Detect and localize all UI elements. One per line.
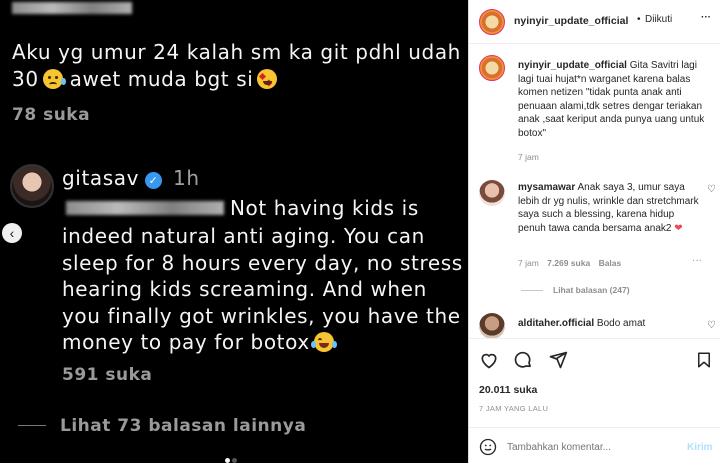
post-timestamp: 7 JAM YANG LALU [479, 404, 549, 413]
heart-icon[interactable] [479, 350, 499, 370]
star-struck-emoji [257, 69, 278, 89]
share-icon[interactable] [548, 350, 568, 370]
carousel-dots [224, 450, 238, 463]
comment-likes[interactable]: 7.269 suka [547, 258, 590, 268]
view-more-replies: Lihat 73 balasan lainnya [60, 416, 307, 436]
author-username[interactable]: nyinyir_update_official [514, 15, 628, 27]
comment-input-divider [469, 427, 720, 428]
previous-slide-button[interactable]: ‹ [2, 223, 22, 243]
gitasav-avatar [10, 164, 54, 208]
caption-username[interactable]: nyinyir_update_official [518, 60, 627, 71]
comment2-line6: money to pay for botox [62, 327, 337, 357]
comment-alditaher: alditaher.official Bodo amat [518, 318, 646, 329]
comment-username[interactable]: alditaher.official [518, 318, 594, 329]
comment1-likes: 78 suka [12, 105, 91, 125]
like-comment-heart-icon[interactable]: ♡ [707, 320, 716, 331]
view-replies-link[interactable]: Lihat balasan (247) [553, 285, 630, 295]
comment-username[interactable]: mysamawar [518, 182, 575, 193]
like-comment-heart-icon[interactable]: ♡ [707, 184, 716, 195]
crying-face-emoji [42, 69, 66, 89]
caption: nyinyir_update_official Gita Savitri lag… [518, 59, 713, 141]
comment2-header: gitasav ✓ 1h [62, 163, 200, 193]
actions-divider [469, 338, 720, 339]
post-sidebar: nyinyir_update_official • Diikuti ··· ny… [468, 0, 720, 463]
comment2-likes: 591 suka [62, 365, 153, 385]
comment2-username[interactable]: gitasav [62, 166, 139, 190]
comment-input[interactable] [507, 437, 677, 457]
post-header: nyinyir_update_official • Diikuti ··· [469, 0, 720, 44]
comment-meta: 7 jam 7.269 suka Balas [518, 258, 622, 268]
replies-line [18, 425, 46, 426]
comment2-time: 1h [173, 166, 200, 190]
comment-icon[interactable] [513, 350, 533, 370]
caption-time: 7 jam [518, 152, 539, 162]
replies-divider [521, 290, 543, 291]
emoji-picker-icon[interactable] [479, 438, 497, 456]
comment-options-icon[interactable]: ··· [692, 255, 702, 266]
comment2-line1: Not having kids is [230, 196, 419, 220]
following-status[interactable]: Diikuti [645, 14, 672, 25]
post-likes-count[interactable]: 20.011 suka [479, 384, 537, 396]
blurred-mention [66, 201, 224, 215]
caption-avatar[interactable] [479, 55, 505, 81]
verified-badge-icon: ✓ [145, 172, 163, 189]
blurred-username [12, 2, 132, 14]
author-avatar[interactable] [479, 9, 505, 35]
post-image: Aku yg umur 24 kalah sm ka git pdhl udah… [0, 0, 468, 463]
comment1-text-line2: 30 awet muda bgt si [12, 64, 278, 94]
more-options-icon[interactable]: ··· [701, 12, 711, 23]
comment-mysamawar: mysamawar Anak saya 3, umur saya lebih d… [518, 182, 699, 234]
post-comment-button[interactable]: Kirim [687, 442, 713, 453]
mysamawar-avatar[interactable] [479, 180, 505, 206]
reply-button[interactable]: Balas [599, 258, 622, 268]
caption-text: Gita Savitri lagi lagi tuai hujat*n warg… [518, 60, 705, 139]
comment2-line2: indeed natural anti aging. You can [62, 224, 425, 248]
bookmark-icon[interactable] [695, 350, 713, 370]
comment2-line4: hearing kids screaming. And when [62, 277, 427, 301]
action-bar [479, 350, 578, 375]
red-heart-emoji: ❤ [674, 222, 683, 234]
alditaher-avatar[interactable] [479, 313, 505, 339]
comment1-text-line1: Aku yg umur 24 kalah sm ka git pdhl udah [12, 40, 461, 64]
tears-of-joy-emoji [310, 332, 337, 352]
header-dot-separator: • [637, 14, 641, 25]
